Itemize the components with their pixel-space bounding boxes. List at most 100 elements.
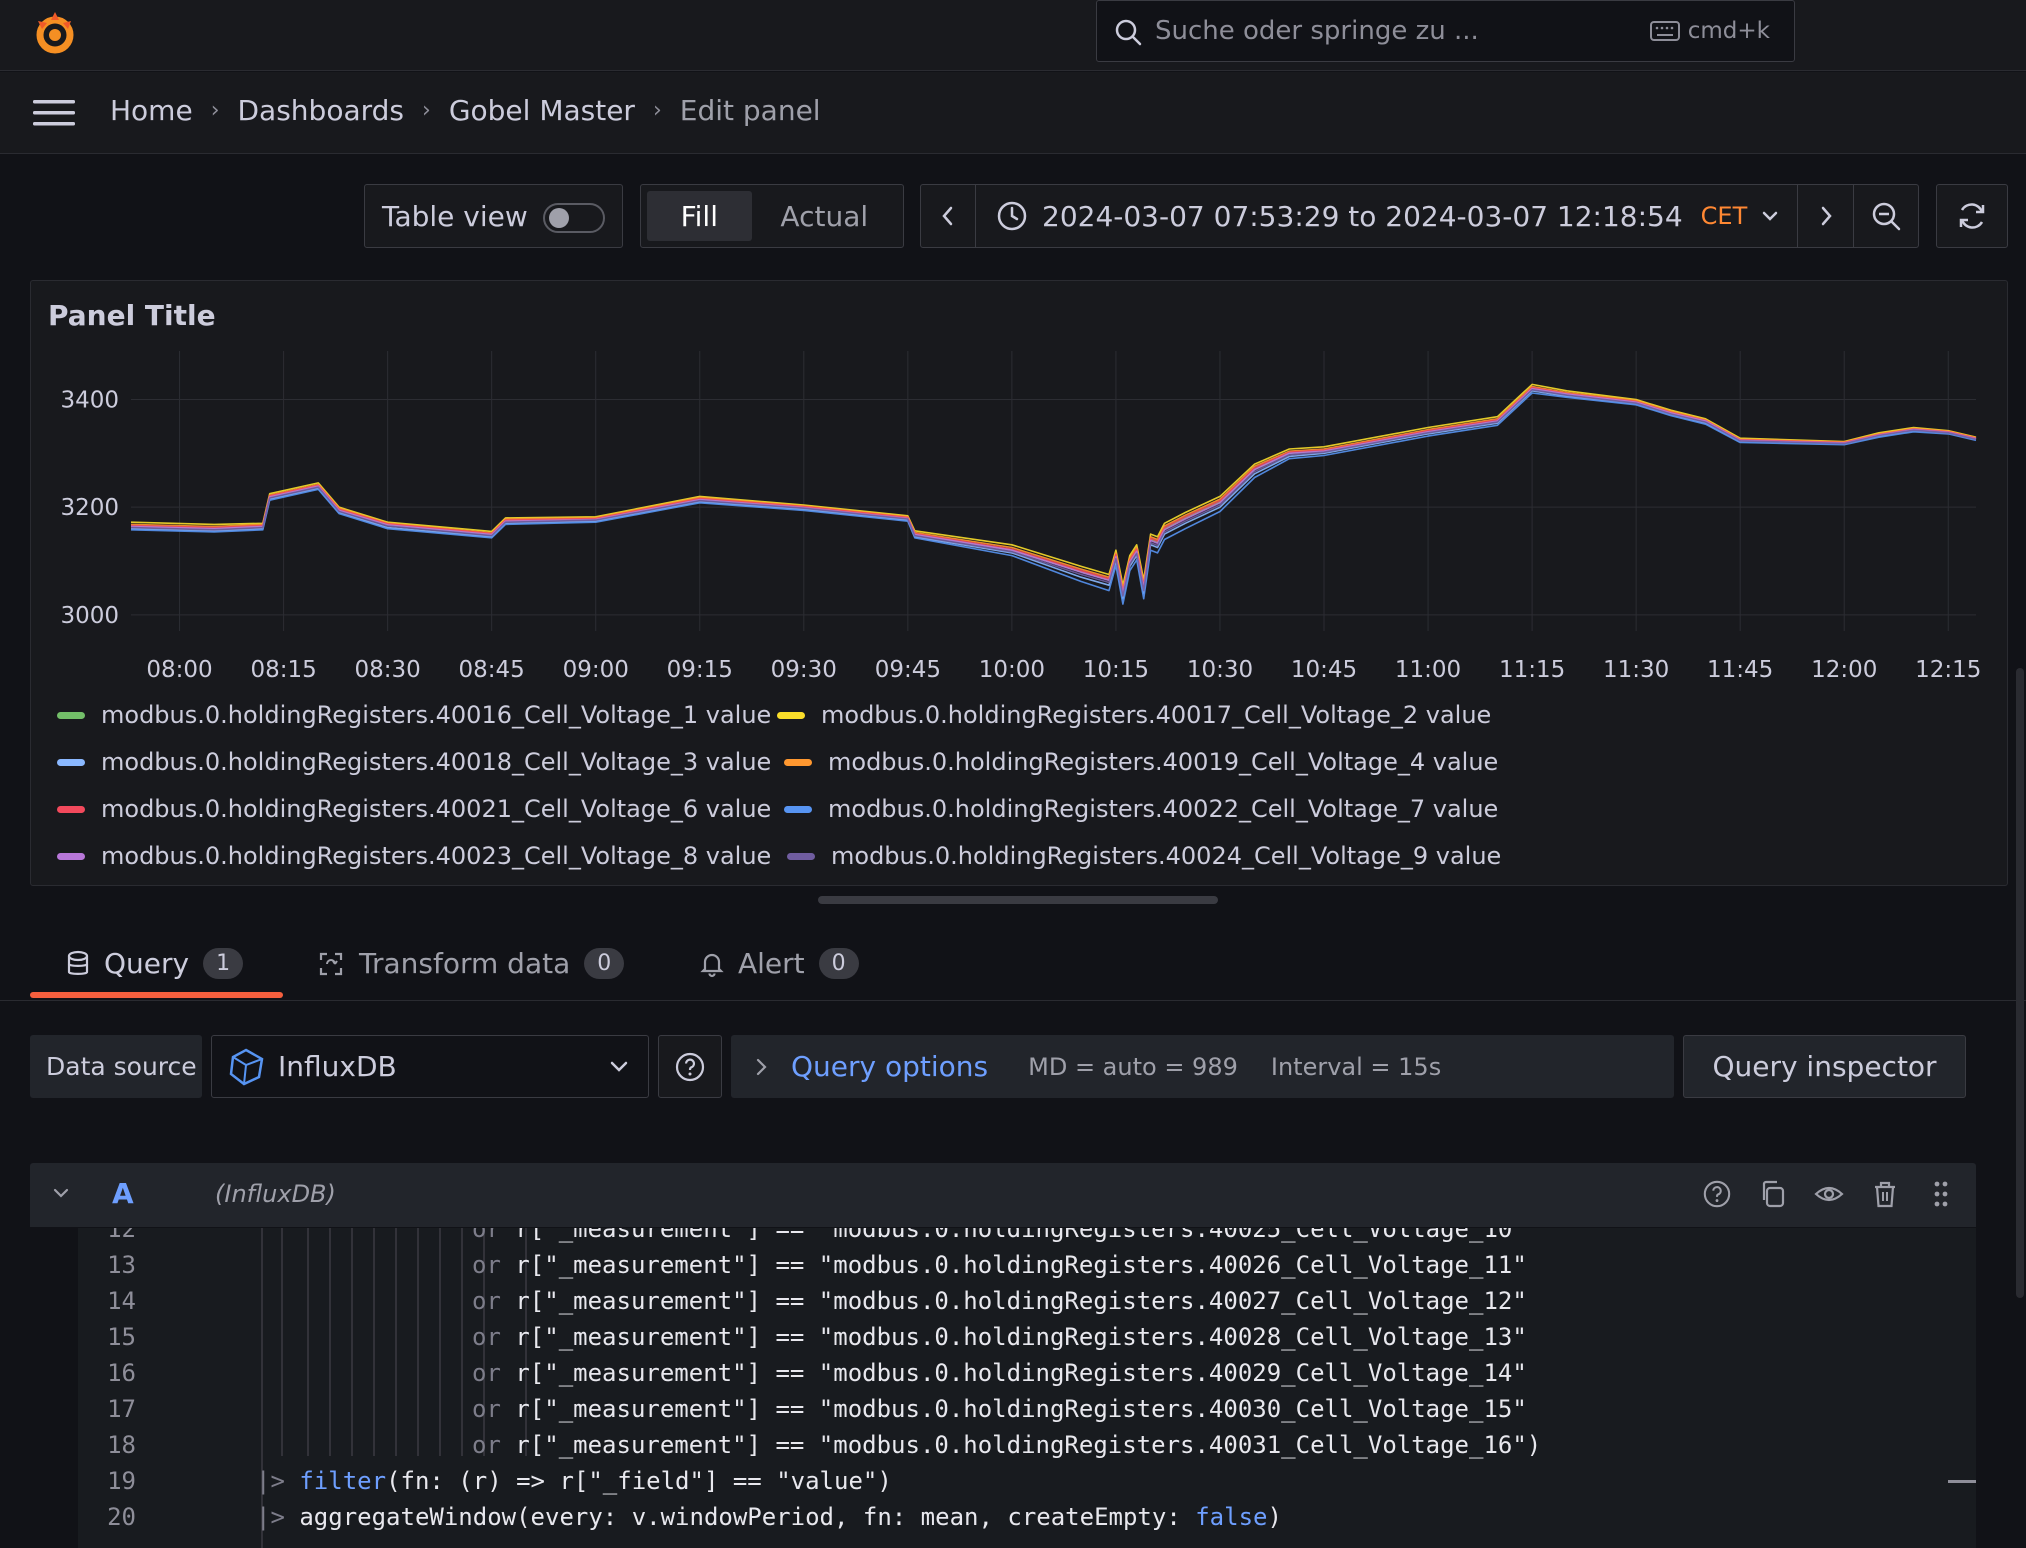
tab-query-label: Query — [104, 947, 190, 980]
legend-label: modbus.0.holdingRegisters.40019_Cell_Vol… — [828, 748, 1499, 776]
table-view-toggle[interactable]: Table view — [364, 184, 623, 248]
code-text: or r["_measurement"] == "modbus.0.holdin… — [472, 1359, 1527, 1387]
chevron-right-icon — [1821, 206, 1832, 226]
x-tick-label: 10:15 — [1083, 657, 1149, 683]
x-tick-label: 08:00 — [146, 657, 212, 683]
chart-legend: modbus.0.holdingRegisters.40016_Cell_Vol… — [57, 701, 1957, 871]
query-code-editor[interactable]: 12 or r["_measurement"] == "modbus.0.hold… — [78, 1228, 1976, 1548]
query-ref-id[interactable]: A — [112, 1177, 134, 1210]
zoom-out-icon — [1872, 202, 1901, 231]
code-text: or r["_measurement"] == "modbus.0.holdin… — [472, 1323, 1527, 1351]
toggle-switch[interactable] — [543, 203, 605, 233]
legend-item[interactable]: modbus.0.holdingRegisters.40022_Cell_Vol… — [784, 795, 1498, 823]
code-expression: aggregateWindow(every: v.windowPeriod, f… — [299, 1503, 1196, 1531]
max-data-points: MD = auto = 989 — [1028, 1052, 1238, 1081]
chevron-down-icon — [1763, 211, 1778, 221]
code-text: |> aggregateWindow(every: v.windowPeriod… — [256, 1503, 1282, 1531]
legend-label: modbus.0.holdingRegisters.40017_Cell_Vol… — [821, 701, 1492, 729]
datasource-label: Data source — [30, 1035, 202, 1098]
menu-icon[interactable] — [33, 98, 75, 128]
x-tick-label: 11:00 — [1395, 657, 1461, 683]
breadcrumb: Home › Dashboards › Gobel Master › Edit … — [110, 94, 821, 127]
code-text: or r["_measurement"] == "modbus.0.holdin… — [472, 1251, 1527, 1279]
chevron-left-icon — [942, 206, 953, 226]
breadcrumb-dashboards[interactable]: Dashboards — [238, 94, 405, 127]
y-tick-label: 3200 — [60, 495, 119, 521]
query-options[interactable]: Query options MD = auto = 989 Interval =… — [731, 1035, 1674, 1098]
legend-item[interactable]: modbus.0.holdingRegisters.40024_Cell_Vol… — [787, 842, 1501, 870]
line-number: 15 — [107, 1323, 136, 1351]
time-range-button[interactable]: 2024-03-07 07:53:29 to 2024-03-07 12:18:… — [976, 185, 1798, 247]
code-text: or r["_measurement"] == "modbus.0.holdin… — [472, 1395, 1527, 1423]
code-line: 18 or r["_measurement"] == "modbus.0.hold… — [78, 1431, 1976, 1467]
code-boolean: false — [1195, 1503, 1268, 1531]
help-icon[interactable] — [1702, 1179, 1732, 1209]
active-tab-indicator — [30, 992, 283, 998]
query-datasource-name: (InfluxDB) — [215, 1180, 336, 1208]
chevron-down-icon[interactable] — [52, 1187, 70, 1201]
zoom-out-button[interactable] — [1854, 185, 1918, 247]
legend-item[interactable]: modbus.0.holdingRegisters.40017_Cell_Vol… — [777, 701, 1491, 729]
time-series-chart[interactable]: 3000 3200 3400 08:00 08:15 08:30 08:45 09:00 09:… — [31, 281, 2008, 701]
search-input[interactable]: Suche oder springe zu ... cmd+k — [1096, 0, 1795, 62]
breadcrumb-home[interactable]: Home — [110, 94, 193, 127]
search-shortcut: cmd+k — [1649, 18, 1770, 44]
tab-query[interactable]: Query 1 — [66, 947, 244, 980]
legend-item[interactable]: modbus.0.holdingRegisters.40023_Cell_Vol… — [57, 842, 771, 870]
code-expression: r["_measurement"] == "modbus.0.holdingRe… — [515, 1359, 1527, 1387]
y-tick-label: 3400 — [60, 387, 119, 413]
code-keyword: or — [472, 1395, 516, 1423]
breadcrumb-dashboard[interactable]: Gobel Master — [449, 94, 635, 127]
code-keyword: or — [472, 1228, 516, 1243]
datasource-picker[interactable]: InfluxDB — [211, 1035, 649, 1098]
top-bar: Suche oder springe zu ... cmd+k — [0, 0, 2026, 71]
time-forward-button[interactable] — [1798, 185, 1854, 247]
x-tick-label: 11:30 — [1603, 657, 1669, 683]
legend-label: modbus.0.holdingRegisters.40023_Cell_Vol… — [101, 842, 772, 870]
code-keyword: or — [472, 1359, 516, 1387]
trash-icon[interactable] — [1870, 1179, 1900, 1209]
code-expression: r["_measurement"] == "modbus.0.holdingRe… — [515, 1323, 1527, 1351]
grafana-logo-icon[interactable] — [30, 8, 80, 58]
legend-label: modbus.0.holdingRegisters.40016_Cell_Vol… — [101, 701, 772, 729]
code-expression: (fn: (r) => r["_field"] == "value") — [386, 1467, 892, 1495]
duplicate-icon[interactable] — [1758, 1179, 1788, 1209]
x-tick-label: 09:15 — [667, 657, 733, 683]
refresh-button[interactable] — [1936, 184, 2008, 248]
chevron-right-icon: › — [652, 98, 662, 123]
code-expression: ) — [1267, 1503, 1282, 1531]
code-expression: r["_measurement"] == "modbus.0.holdingRe… — [515, 1251, 1527, 1279]
code-pipe: |> — [256, 1467, 300, 1495]
time-range-text: 2024-03-07 07:53:29 to 2024-03-07 12:18:… — [1042, 199, 1683, 233]
time-back-button[interactable] — [921, 185, 976, 247]
x-tick-label: 10:45 — [1291, 657, 1357, 683]
x-tick-label: 10:00 — [979, 657, 1045, 683]
datasource-value: InfluxDB — [278, 1050, 397, 1083]
legend-swatch — [57, 852, 85, 860]
drag-handle-icon[interactable] — [1926, 1179, 1956, 1209]
code-expression: r["_measurement"] == "modbus.0.holdingRe… — [515, 1431, 1542, 1459]
line-number: 18 — [107, 1431, 136, 1459]
legend-item[interactable]: modbus.0.holdingRegisters.40016_Cell_Vol… — [57, 701, 771, 729]
legend-item[interactable]: modbus.0.holdingRegisters.40019_Cell_Vol… — [784, 748, 1498, 776]
eye-icon[interactable] — [1814, 1179, 1844, 1209]
x-tick-label: 09:00 — [563, 657, 629, 683]
legend-swatch — [784, 758, 812, 766]
code-expression: r["_measurement"] == "modbus.0.holdingRe… — [515, 1228, 1527, 1243]
line-number: 19 — [107, 1467, 136, 1495]
tab-alert[interactable]: Alert 0 — [700, 947, 859, 980]
fill-option[interactable]: Fill — [647, 191, 752, 241]
legend-item[interactable]: modbus.0.holdingRegisters.40018_Cell_Vol… — [57, 748, 771, 776]
query-inspector-button[interactable]: Query inspector — [1683, 1035, 1966, 1098]
tab-query-count: 1 — [203, 948, 244, 979]
code-keyword: or — [472, 1251, 516, 1279]
datasource-help-button[interactable] — [658, 1035, 722, 1098]
horizontal-scrollbar[interactable] — [818, 896, 1218, 904]
legend-item[interactable]: modbus.0.holdingRegisters.40021_Cell_Vol… — [57, 795, 771, 823]
code-keyword: or — [472, 1431, 516, 1459]
tab-transform[interactable]: Transform data 0 — [317, 947, 625, 980]
code-text: or r["_measurement"] == "modbus.0.holdin… — [472, 1287, 1527, 1315]
tab-alert-label: Alert — [738, 947, 805, 980]
breadcrumb-current: Edit panel — [679, 94, 821, 127]
actual-option[interactable]: Actual — [752, 191, 897, 241]
